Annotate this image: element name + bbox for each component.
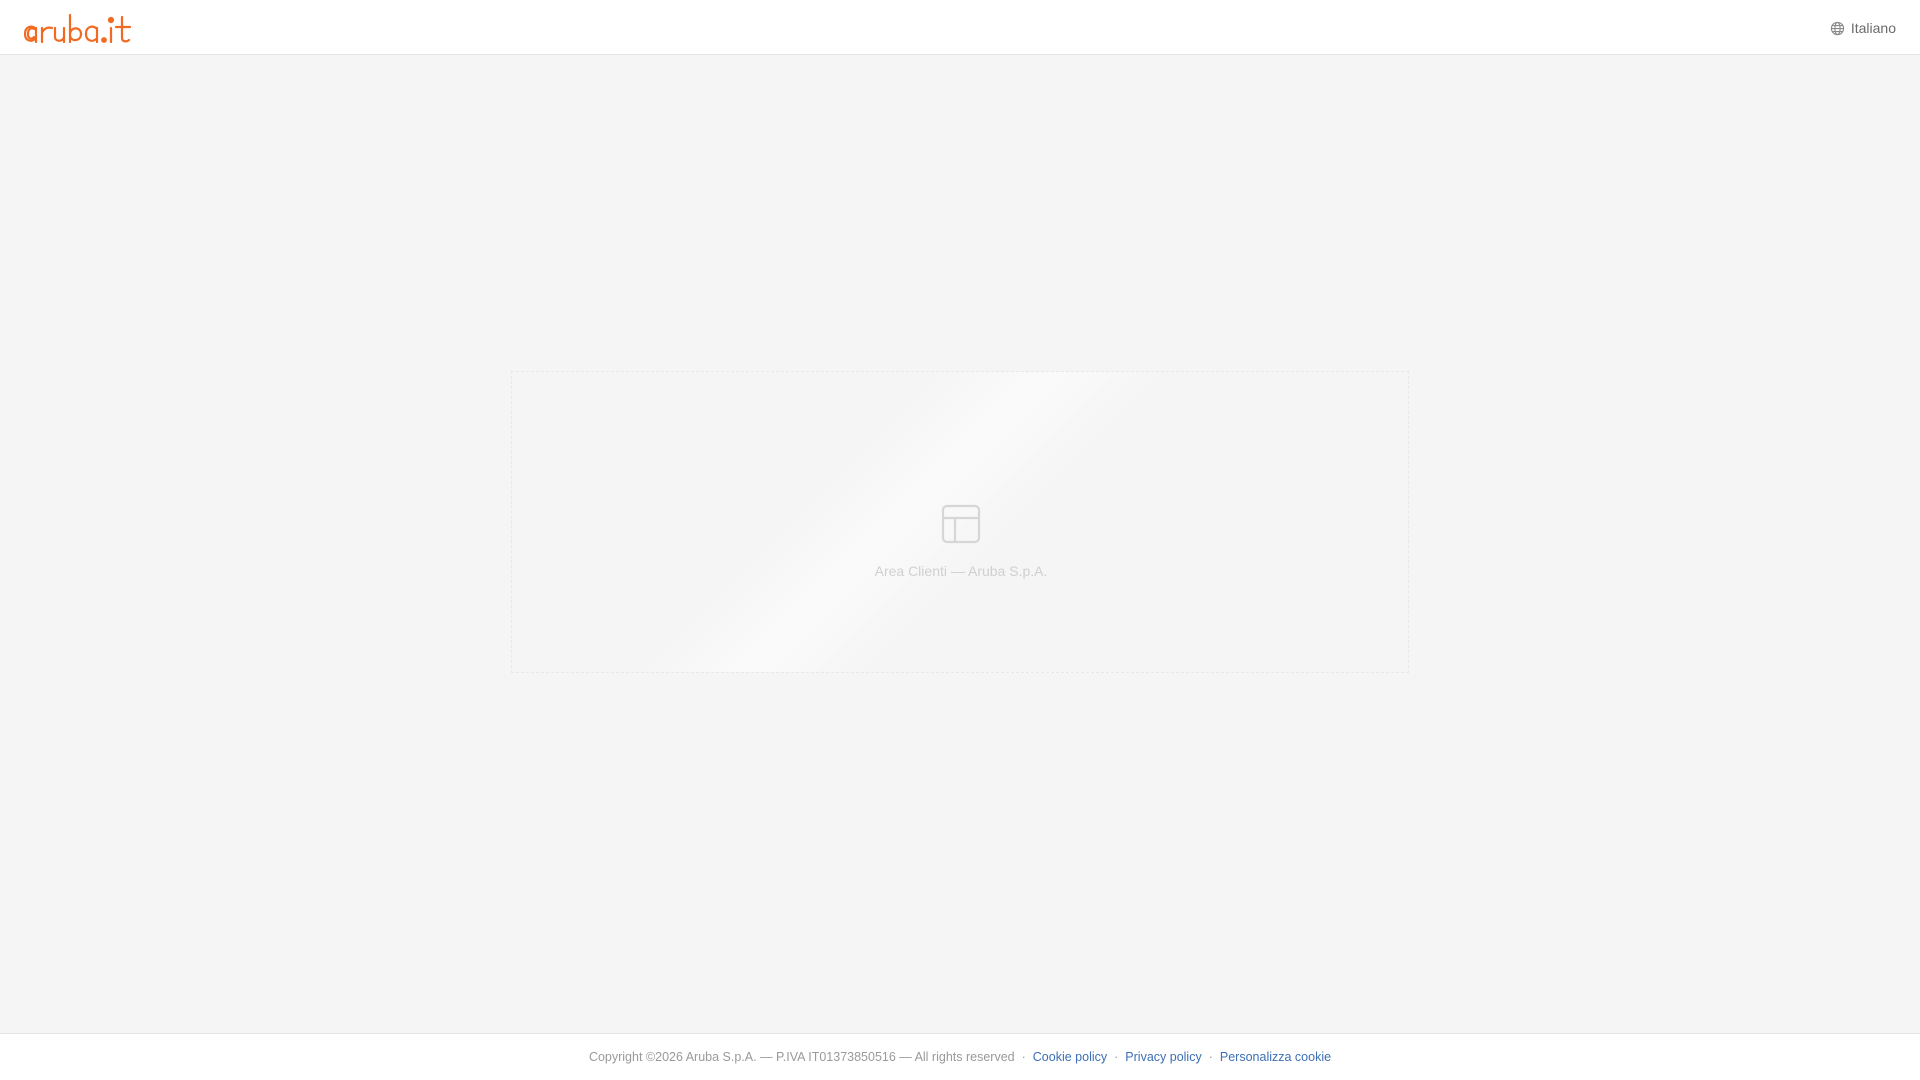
privacy-policy-link[interactable]: Privacy policy	[1125, 1050, 1201, 1064]
aruba-logo[interactable]	[22, 7, 164, 49]
footer-separator: ·	[1021, 1050, 1026, 1064]
language-selector[interactable]: Italiano	[1830, 18, 1896, 38]
footer: Copyright ©2026 Aruba S.p.A. — P.IVA IT0…	[0, 1033, 1920, 1080]
copyright-text: Copyright ©2026 Aruba S.p.A. — P.IVA IT0…	[588, 1050, 1015, 1064]
layout-icon	[941, 504, 981, 544]
cookie-settings-link[interactable]: Personalizza cookie	[1220, 1050, 1331, 1064]
globe-icon	[1830, 21, 1845, 36]
footer-separator: ·	[1208, 1050, 1213, 1064]
footer-separator: ·	[1114, 1050, 1119, 1064]
placeholder-caption: Area Clienti — Aruba S.p.A.	[874, 563, 1048, 579]
aruba-logo-graphic	[23, 13, 132, 44]
language-label: Italiano	[1850, 20, 1896, 36]
top-header: Italiano	[0, 0, 1920, 55]
cookie-policy-link[interactable]: Cookie policy	[1033, 1050, 1107, 1064]
content-placeholder: Area Clienti — Aruba S.p.A.	[511, 371, 1409, 673]
